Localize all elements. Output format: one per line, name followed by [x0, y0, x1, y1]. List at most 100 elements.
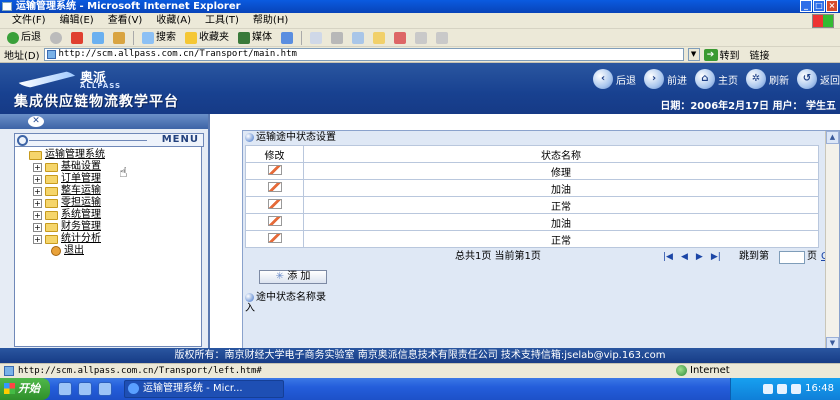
- edit-cell[interactable]: [245, 179, 304, 197]
- exit-icon: [51, 246, 61, 256]
- history-button[interactable]: [278, 31, 296, 44]
- site-return-button[interactable]: ↺ 返回: [797, 69, 840, 89]
- next-page-icon[interactable]: ▶: [696, 249, 703, 265]
- add-star-icon: ✳: [275, 271, 284, 282]
- back-button[interactable]: 后退: [4, 30, 44, 46]
- tree-item-system-management[interactable]: + 系统管理: [33, 209, 201, 221]
- expand-icon[interactable]: +: [33, 174, 42, 184]
- stop-button[interactable]: [68, 31, 86, 44]
- edit-cell[interactable]: [245, 213, 304, 231]
- links-button[interactable]: 链接: [750, 47, 770, 62]
- edit-pencil-icon[interactable]: [267, 181, 282, 192]
- forward-circle-icon: ›: [644, 69, 664, 89]
- edit-pencil-icon[interactable]: [267, 198, 282, 209]
- tray-network-icon[interactable]: [763, 384, 774, 394]
- page-unit-label: 页: [807, 251, 817, 262]
- forward-button[interactable]: [47, 31, 65, 44]
- expand-icon[interactable]: +: [33, 198, 42, 208]
- vertical-scrollbar[interactable]: ▲ ▼: [825, 131, 839, 350]
- print-button[interactable]: [328, 31, 346, 44]
- taskbar-window-button[interactable]: 运输管理系统 - Micr...: [124, 380, 284, 398]
- tree-item-finance-management[interactable]: + 财务管理: [33, 221, 201, 233]
- tree-item-basic-settings[interactable]: + 基础设置: [33, 161, 201, 173]
- mail-button[interactable]: [307, 31, 325, 44]
- tree-item-label: 零担运输: [61, 197, 101, 208]
- calendar-icon: [436, 31, 448, 44]
- close-button[interactable]: ×: [826, 0, 838, 12]
- toolbar-separator: [133, 30, 134, 45]
- add-button[interactable]: ✳ 添 加: [259, 270, 327, 284]
- start-button[interactable]: 开始: [0, 378, 50, 400]
- section2-input-text[interactable]: 入: [245, 303, 255, 315]
- status-page-icon: [4, 366, 14, 376]
- media-button[interactable]: 媒体: [235, 30, 275, 46]
- status-table: 修改 状态名称 修理 加油 正常 加油 正常: [245, 145, 819, 248]
- sidebar-header: ✕: [0, 114, 208, 129]
- last-page-icon[interactable]: ▶|: [711, 249, 721, 265]
- go-button[interactable]: ➔ 转到: [703, 47, 740, 62]
- tree-item-label: 财务管理: [61, 221, 101, 232]
- expand-icon[interactable]: +: [33, 210, 42, 220]
- expand-icon[interactable]: +: [33, 186, 42, 196]
- menu-view[interactable]: 查看(V): [102, 13, 149, 29]
- messenger-button[interactable]: [391, 31, 409, 44]
- tray-ime-icon[interactable]: [791, 384, 802, 394]
- tree-item-ltl-transport[interactable]: + 零担运输: [33, 197, 201, 209]
- tree-root-label: 运输管理系统: [45, 149, 105, 160]
- tree-item-statistics[interactable]: + 统计分析: [33, 233, 201, 245]
- prev-page-icon[interactable]: ◀: [681, 249, 688, 265]
- extra-tool-1[interactable]: [412, 31, 430, 44]
- quicklaunch-app-icon[interactable]: [98, 382, 112, 396]
- menu-edit[interactable]: 编辑(E): [54, 13, 100, 29]
- windows-taskbar: 开始 运输管理系统 - Micr... 16:48: [0, 378, 840, 400]
- extra-tool-2[interactable]: [433, 31, 451, 44]
- refresh-button[interactable]: [89, 31, 107, 44]
- tree-item-exit[interactable]: 退出: [51, 245, 201, 257]
- quicklaunch-desktop-icon[interactable]: [78, 382, 92, 396]
- expand-icon[interactable]: +: [33, 222, 42, 232]
- edit-cell[interactable]: [245, 230, 304, 248]
- menu-favorites[interactable]: 收藏(A): [150, 13, 197, 29]
- home-button[interactable]: [110, 31, 128, 44]
- edit-page-button[interactable]: [349, 31, 367, 44]
- site-back-button[interactable]: ‹ 后退: [593, 69, 636, 89]
- site-forward-button[interactable]: › 前进: [644, 69, 687, 89]
- edit-pencil-icon[interactable]: [267, 164, 282, 175]
- scroll-up-icon[interactable]: ▲: [826, 131, 839, 144]
- page-content: 奥派 ALLPASS 集成供应链物流教学平台 ‹ 后退 › 前进 ⌂ 主页 ✲ 刷新 ↺…: [0, 63, 840, 363]
- menu-help[interactable]: 帮助(H): [247, 13, 294, 29]
- clock: 16:48: [805, 383, 834, 394]
- tree-item-order-management[interactable]: + 订单管理: [33, 173, 201, 185]
- address-input[interactable]: http://scm.allpass.com.cn/Transport/main…: [43, 48, 684, 61]
- minimize-button[interactable]: _: [800, 0, 812, 12]
- expand-icon[interactable]: +: [33, 162, 42, 172]
- quicklaunch-ie-icon[interactable]: [58, 382, 72, 396]
- edit-pencil-icon[interactable]: [267, 215, 282, 226]
- favorites-button[interactable]: 收藏夹: [182, 30, 232, 46]
- back-circle-icon: ‹: [593, 69, 613, 89]
- edit-cell[interactable]: [245, 162, 304, 180]
- edit-pencil-icon[interactable]: [267, 232, 282, 243]
- menu-tools[interactable]: 工具(T): [199, 13, 245, 29]
- menu-file[interactable]: 文件(F): [6, 13, 52, 29]
- internet-globe-icon: [676, 365, 687, 376]
- panel-header: 运输途中状态设置: [243, 131, 839, 144]
- stop-icon: [71, 31, 83, 44]
- maximize-button[interactable]: □: [813, 0, 825, 12]
- site-home-button[interactable]: ⌂ 主页: [695, 69, 738, 89]
- first-page-icon[interactable]: |◀: [663, 249, 673, 265]
- mail-icon: [310, 31, 322, 44]
- expand-icon[interactable]: +: [33, 234, 42, 244]
- search-button[interactable]: 搜索: [139, 30, 179, 46]
- exit-label: 退出: [64, 245, 84, 256]
- site-refresh-button[interactable]: ✲ 刷新: [746, 69, 789, 89]
- page-number-input[interactable]: [779, 251, 805, 264]
- collapse-sidebar-button[interactable]: ✕: [28, 116, 44, 127]
- tree-item-full-truckload[interactable]: + 整车运输: [33, 185, 201, 197]
- tree-root[interactable]: 运输管理系统: [29, 149, 201, 161]
- address-dropdown[interactable]: ▼: [687, 48, 700, 61]
- status-panel: 运输途中状态设置 修改 状态名称 修理 加油 正常 加油 正常 总共1页 当前第…: [242, 130, 840, 350]
- discuss-button[interactable]: [370, 31, 388, 44]
- edit-cell[interactable]: [245, 196, 304, 214]
- tray-volume-icon[interactable]: [777, 384, 788, 394]
